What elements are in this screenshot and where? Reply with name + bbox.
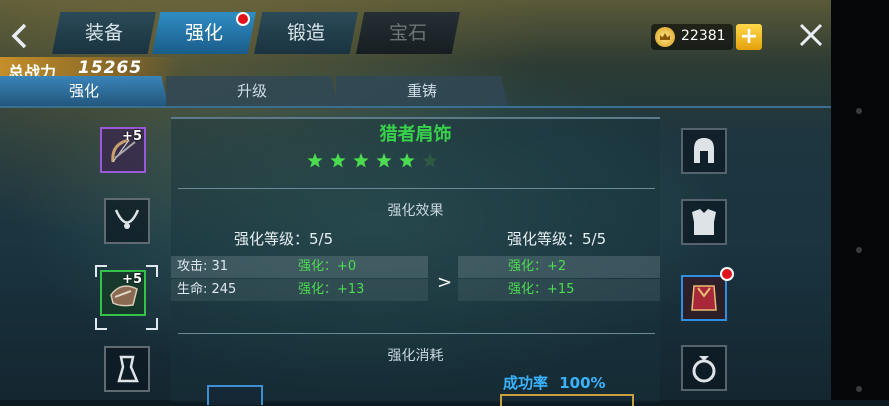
selection-bracket — [95, 265, 107, 277]
stat-bonus: 强化：+13 — [298, 282, 365, 297]
stat-label: 生命: 245 — [177, 282, 237, 297]
arrow-right-icon: > — [437, 272, 453, 293]
add-currency-button[interactable]: + — [736, 24, 762, 50]
star-rating — [307, 153, 438, 168]
necklace-icon — [114, 209, 140, 229]
tab-label: 锻造 — [286, 22, 325, 44]
stat-row: 攻击: 31 强化：+0 — [171, 256, 428, 278]
effect-title: 强化效果 — [387, 203, 444, 219]
selection-bracket — [146, 265, 158, 277]
subtab-reforge[interactable]: 重铸 — [336, 76, 508, 106]
divider — [178, 188, 655, 189]
cloak-icon — [691, 285, 717, 311]
subtab-label: 重铸 — [406, 82, 437, 100]
subtab-label: 强化 — [68, 82, 99, 100]
tab-label: 宝石 — [388, 22, 427, 44]
stat-bonus: 强化：+15 — [508, 282, 575, 297]
slot-necklace[interactable] — [104, 198, 150, 244]
enhance-button[interactable] — [500, 394, 634, 406]
star-empty-icon — [422, 153, 438, 168]
success-rate: 成功率 100% — [503, 372, 606, 393]
stat-row: 强化：+15 — [458, 279, 660, 301]
success-rate-label: 成功率 — [503, 374, 549, 392]
subtab-enhance[interactable]: 强化 — [0, 76, 168, 106]
slot-ring[interactable] — [681, 345, 727, 391]
star-filled-icon — [399, 153, 415, 168]
system-nav-bar — [831, 0, 889, 400]
star-filled-icon — [307, 153, 323, 168]
subtab-upgrade[interactable]: 升级 — [166, 76, 338, 106]
slot-bracer[interactable] — [104, 346, 150, 392]
tab-gem[interactable]: 宝石 — [356, 12, 460, 54]
selection-bracket — [95, 318, 107, 330]
currency-display: 22381 — [651, 24, 733, 50]
selection-bracket — [146, 318, 158, 330]
stat-bonus: 强化：+0 — [298, 259, 357, 274]
next-enhance-level: 强化等级：5/5 — [507, 230, 607, 248]
close-button[interactable] — [796, 20, 826, 50]
slot-level: +5 — [122, 272, 142, 287]
subtab-label: 升级 — [236, 82, 267, 100]
current-enhance-level: 强化等级：5/5 — [234, 230, 334, 248]
chevron-left-icon — [11, 23, 27, 49]
stat-label: 攻击: 31 — [177, 259, 229, 274]
subtab-underline — [0, 106, 831, 108]
currency-amount: 22381 — [681, 28, 726, 44]
tab-label: 装备 — [84, 22, 123, 44]
success-rate-value: 100% — [559, 374, 606, 392]
cost-title: 强化消耗 — [387, 348, 444, 364]
tab-forge[interactable]: 锻造 — [254, 12, 358, 54]
star-filled-icon — [353, 153, 369, 168]
nav-dot — [856, 108, 862, 114]
back-button[interactable] — [6, 22, 34, 50]
item-name: 猎者肩饰 — [379, 124, 452, 145]
notification-badge — [236, 12, 250, 26]
slot-level: +5 — [122, 129, 142, 144]
helmet-icon — [694, 138, 714, 163]
notification-badge — [720, 267, 734, 281]
stat-row: 强化：+2 — [458, 256, 660, 278]
tab-equipment[interactable]: 装备 — [52, 12, 156, 54]
tab-label: 强化 — [184, 22, 223, 44]
slot-helmet[interactable] — [681, 128, 727, 174]
divider — [178, 333, 655, 334]
bracer-icon — [117, 355, 139, 383]
star-filled-icon — [376, 153, 392, 168]
nav-dot — [856, 247, 862, 253]
nav-dot — [856, 386, 862, 392]
slot-cloak[interactable] — [681, 275, 727, 321]
ring-icon — [692, 356, 716, 383]
crown-coin-icon — [655, 27, 675, 47]
slot-bow[interactable]: +5 — [100, 127, 146, 173]
power-value: 15265 — [78, 58, 143, 78]
close-icon — [799, 23, 823, 47]
star-filled-icon — [330, 153, 346, 168]
slot-armor[interactable] — [681, 199, 727, 245]
stat-bonus: 强化：+2 — [508, 259, 567, 274]
stat-row: 生命: 245 强化：+13 — [171, 279, 428, 301]
material-slot[interactable] — [207, 385, 263, 405]
armor-icon — [692, 209, 716, 235]
